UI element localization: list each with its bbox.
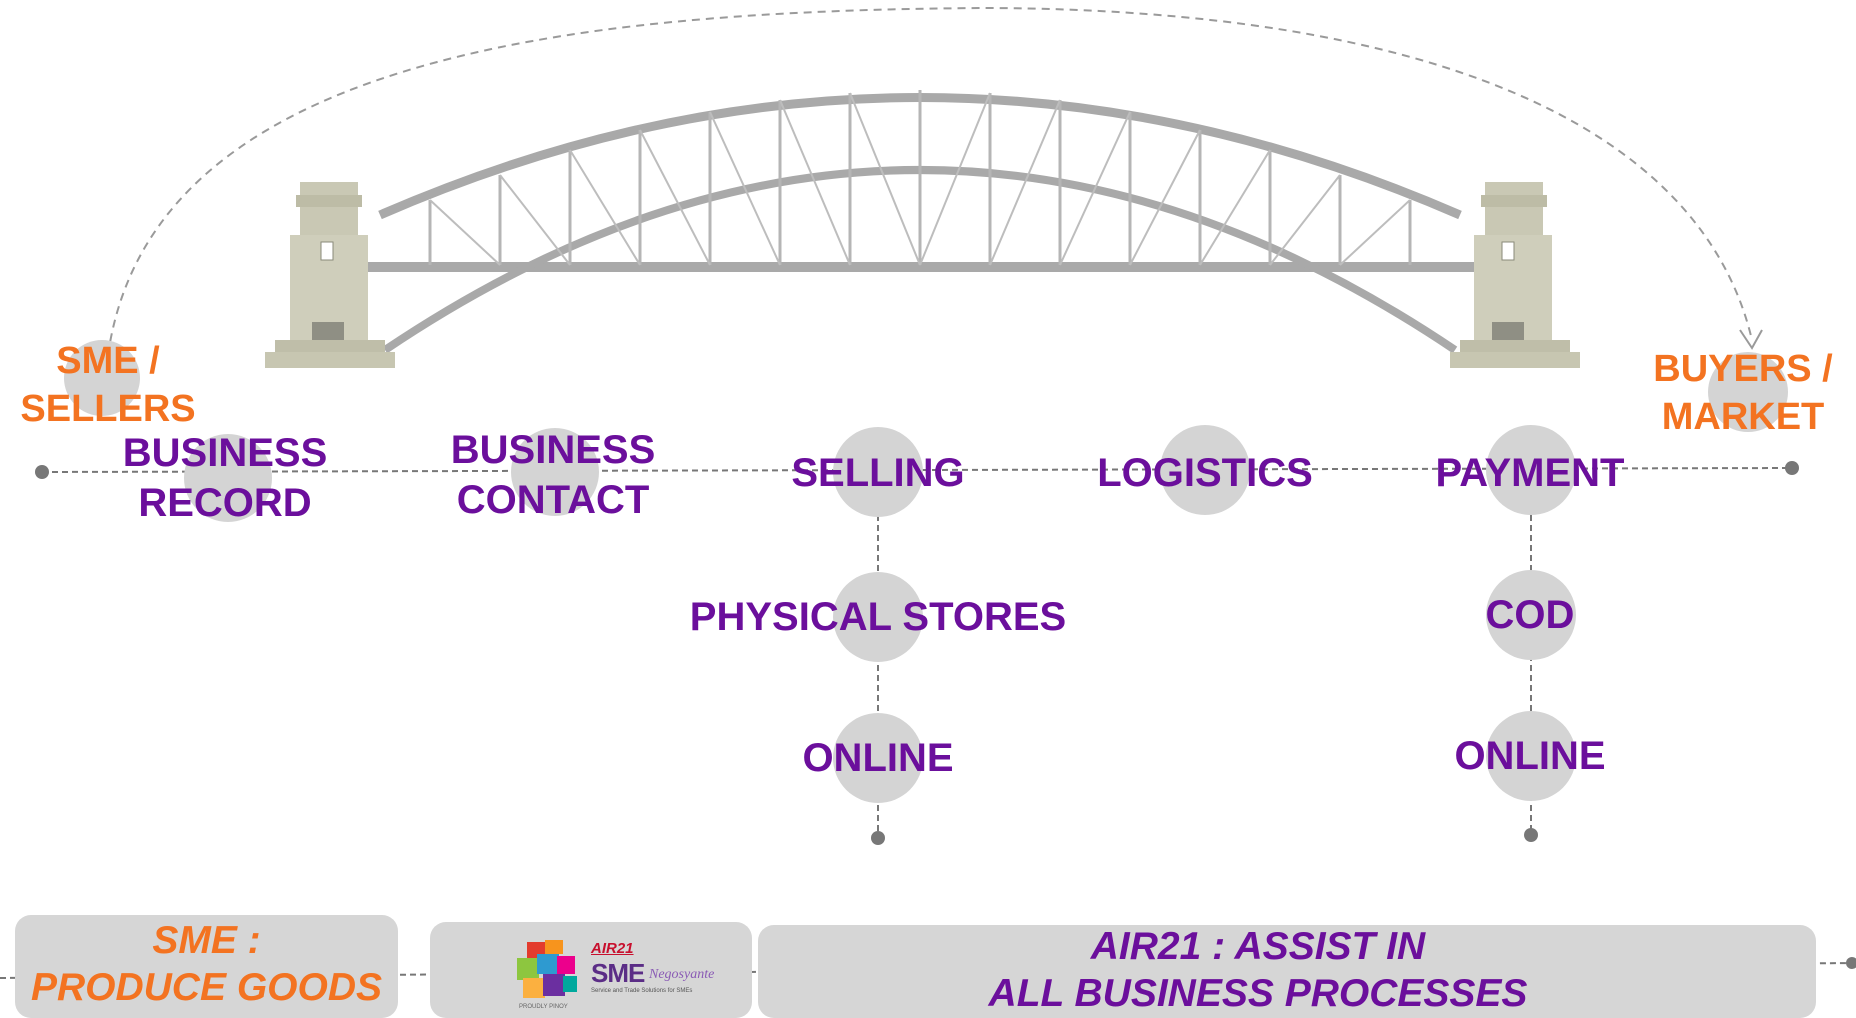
logo-tagline: Service and Trade Solutions for SMEs [591,988,693,994]
step-business-contact: BUSINESS CONTACT [450,428,656,522]
logo-name-suffix: Negosyante [649,967,715,982]
buyers-label: BUYERS / MARKET [1653,348,1833,438]
logo-brand: AIR21 [591,940,634,957]
timeline-start-dot [35,465,49,479]
process-diagram: SME / SELLERS BUYERS / MARKET BUSINESS R… [0,0,1856,1018]
bridge-illustration [265,90,1580,368]
sellers-label: SME / SELLERS [20,340,196,430]
selling-online: ONLINE [802,736,954,780]
air21-box-text: AIR21 : ASSIST IN ALL BUSINESS PROCESSES [988,925,1528,1015]
step-payment: PAYMENT [1435,451,1625,495]
left-pylon [265,182,395,368]
logo-mosaic-icon [517,940,577,998]
logo-name: SME [591,958,645,988]
payment-online: ONLINE [1454,734,1606,778]
timeline-end-dot [1785,461,1799,475]
logo-badge-text: PROUDLY PINOY [519,1004,568,1010]
payment-branch-end-dot [1524,828,1538,842]
sme-box-text: SME : PRODUCE GOODS [30,919,383,1009]
air21-logo: PROUDLY PINOY AIR21 SME Negosyante Servi… [515,940,750,1010]
step-selling: SELLING [791,451,965,495]
right-pylon [1450,182,1580,368]
payment-cod: COD [1485,593,1575,637]
footer-end-dot [1846,957,1856,969]
step-business-record: BUSINESS RECORD [122,431,328,525]
step-logistics: LOGISTICS [1097,451,1313,495]
selling-physical-stores: PHYSICAL STORES [689,595,1067,639]
selling-branch-end-dot [871,831,885,845]
